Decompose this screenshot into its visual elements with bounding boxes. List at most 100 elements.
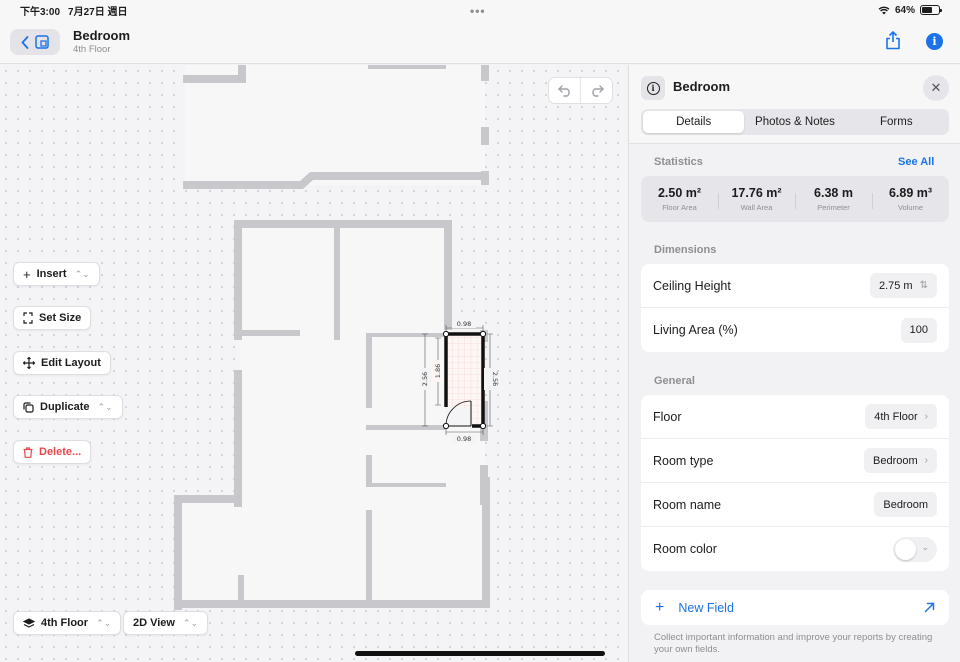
duplicate-icon: [23, 401, 34, 413]
room-details-panel: i Bedroom ✕ Details Photos & Notes Forms…: [628, 65, 960, 662]
duplicate-label: Duplicate: [40, 401, 90, 413]
stat-label: Volume: [897, 203, 924, 212]
back-button[interactable]: [10, 29, 60, 55]
layers-icon: [23, 617, 35, 628]
floor-plan-walls: [174, 65, 490, 610]
chevron-updown-icon: ⌃⌄: [183, 617, 199, 628]
new-field-footnote: Collect important information and improv…: [654, 632, 933, 655]
dimension-right: 2.56: [491, 372, 499, 386]
chevron-left-icon: [21, 35, 29, 49]
battery-icon: [920, 5, 942, 15]
trash-icon: [23, 446, 33, 458]
row-label: Ceiling Height: [653, 278, 731, 293]
floor-plan-icon: [35, 35, 49, 49]
home-indicator[interactable]: [355, 651, 605, 656]
info-icon[interactable]: i: [926, 33, 943, 50]
room-name-row: Room name Bedroom: [641, 483, 949, 527]
row-label: Floor: [653, 409, 682, 424]
page-title: Bedroom: [73, 28, 131, 43]
floor-picker[interactable]: 4th Floor ›: [865, 404, 937, 429]
dimension-bottom: 0.98: [457, 435, 471, 443]
wifi-icon: [878, 6, 890, 14]
share-button[interactable]: [885, 31, 901, 55]
new-field-label: New Field: [678, 600, 734, 615]
undo-button[interactable]: [549, 78, 581, 103]
close-button[interactable]: ✕: [923, 75, 949, 101]
panel-title: Bedroom: [673, 79, 731, 94]
living-area-row: Living Area (%) 100: [641, 308, 949, 352]
general-card: Floor 4th Floor › Room type Bedroom › Ro…: [641, 395, 949, 571]
tab-details[interactable]: Details: [643, 111, 745, 133]
statistics-bar: 2.50 m² Floor Area 17.76 m² Wall Area 6.…: [641, 176, 949, 222]
set-size-label: Set Size: [39, 312, 82, 324]
duplicate-button[interactable]: Duplicate ⌃⌄: [13, 395, 123, 419]
battery-fill: [922, 7, 933, 13]
floor-row: Floor 4th Floor ›: [641, 395, 949, 439]
redo-button[interactable]: [581, 78, 612, 103]
ceiling-height-stepper[interactable]: 2.75 m ⇅: [869, 273, 937, 298]
close-icon: ✕: [930, 80, 942, 95]
stat-perimeter: 6.38 m Perimeter: [795, 186, 872, 212]
chevron-updown-icon: ⌃⌄: [74, 268, 90, 279]
row-label: Room type: [653, 453, 714, 468]
stat-value: 17.76 m²: [731, 186, 782, 200]
ceiling-height-row: Ceiling Height 2.75 m ⇅: [641, 264, 949, 308]
dimension-inner: 1.86: [434, 364, 442, 378]
plus-icon: +: [23, 266, 31, 282]
view-selector-label: 2D View: [133, 617, 175, 629]
floor-selector-label: 4th Floor: [41, 617, 89, 629]
delete-label: Delete...: [39, 446, 82, 458]
stat-label: Wall Area: [740, 203, 773, 212]
arrow-up-right-icon: [924, 602, 935, 613]
stat-value: 2.50 m²: [657, 186, 702, 200]
plus-icon: +: [655, 598, 665, 616]
dimension-left: 2.56: [421, 372, 429, 386]
stat-label: Floor Area: [662, 203, 697, 212]
edit-layout-button[interactable]: Edit Layout: [13, 351, 111, 375]
row-value: 2.75 m: [878, 279, 913, 292]
room-name-input[interactable]: Bedroom: [874, 492, 937, 517]
stat-value: 6.38 m: [814, 186, 853, 200]
insert-button[interactable]: + Insert ⌃⌄: [13, 262, 100, 286]
tab-forms[interactable]: Forms: [846, 111, 947, 133]
room-type-picker[interactable]: Bedroom ›: [864, 448, 937, 473]
multitasking-dots-icon[interactable]: •••: [470, 4, 486, 18]
status-time: 下午3:00: [20, 6, 61, 18]
stat-wall-area: 17.76 m² Wall Area: [718, 186, 795, 212]
room-info-button[interactable]: i: [641, 76, 665, 100]
stat-volume: 6.89 m³ Volume: [872, 186, 949, 212]
chevron-updown-icon: ⇅: [919, 280, 928, 291]
stat-value: 6.89 m³: [888, 186, 933, 200]
dimensions-heading: Dimensions: [654, 244, 717, 256]
resize-icon: [23, 312, 33, 324]
insert-label: Insert: [36, 268, 67, 280]
living-area-input[interactable]: 100: [900, 317, 937, 343]
room-type-row: Room type Bedroom ›: [641, 439, 949, 483]
panel-header: i Bedroom ✕ Details Photos & Notes Forms: [629, 65, 960, 144]
status-date: 7月27日 週日: [68, 6, 128, 18]
see-all-link[interactable]: See All: [898, 156, 934, 168]
row-value: 4th Floor: [874, 410, 918, 423]
edit-layout-label: Edit Layout: [41, 357, 101, 369]
move-icon: [23, 357, 35, 369]
new-field-button[interactable]: + New Field: [641, 590, 949, 625]
selected-room-bedroom[interactable]: [442, 330, 487, 430]
set-size-button[interactable]: Set Size: [13, 306, 92, 330]
page-subtitle: 4th Floor: [73, 44, 111, 55]
chevron-right-icon: ›: [924, 455, 928, 466]
room-color-picker[interactable]: ⌄: [893, 536, 937, 562]
statistics-heading: Statistics: [654, 156, 703, 168]
status-bar: 下午3:00 7月27日 週日 ••• 64%: [0, 0, 960, 20]
undo-icon: [557, 84, 570, 97]
tab-photos-notes[interactable]: Photos & Notes: [744, 111, 845, 133]
row-value: 100: [909, 324, 928, 336]
share-icon: [886, 31, 900, 50]
undo-redo-group: [548, 77, 613, 104]
view-selector[interactable]: 2D View ⌃⌄: [123, 611, 209, 635]
chevron-updown-icon: ⌃⌄: [96, 617, 112, 628]
row-label: Room name: [653, 497, 722, 512]
battery-percent: 64%: [894, 4, 915, 16]
floor-selector[interactable]: 4th Floor ⌃⌄: [13, 611, 122, 635]
floor-plan-canvas[interactable]: 0.98 0.98 2.56 1.86 2.56 + Insert ⌃⌄ Set…: [0, 65, 627, 662]
delete-button[interactable]: Delete...: [13, 440, 92, 464]
